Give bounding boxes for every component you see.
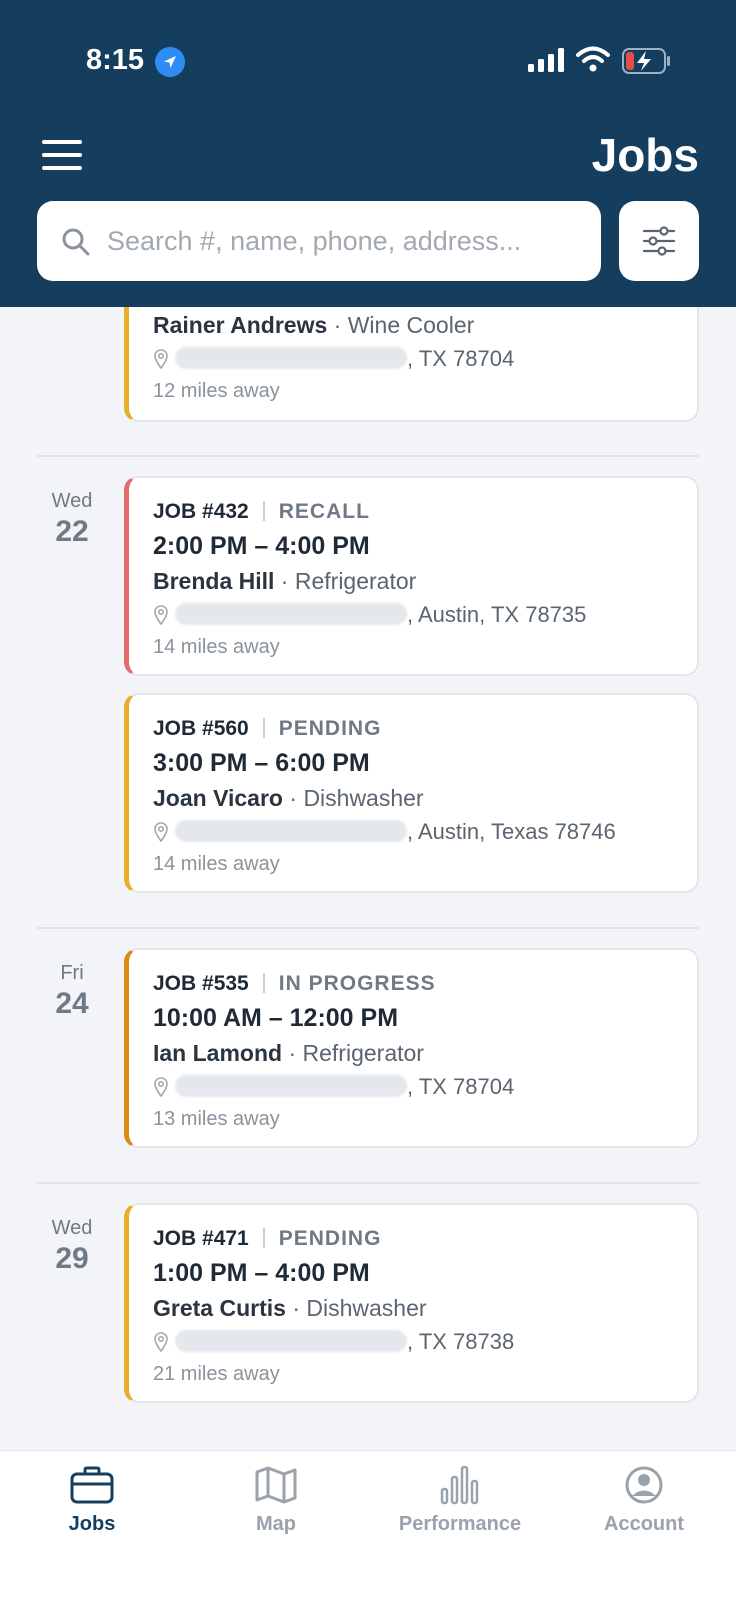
job-number: JOB #471	[153, 1227, 249, 1250]
location-arrow-icon	[155, 47, 185, 77]
tab-bar: Jobs Map Performance Account	[0, 1450, 736, 1600]
date-label: Fri 24	[55, 962, 89, 1020]
search-bar[interactable]	[37, 201, 601, 281]
redacted-street	[175, 347, 407, 369]
map-icon	[255, 1466, 297, 1504]
appliance-type: Dishwasher	[306, 1295, 427, 1321]
job-address: , Austin, Texas 78746	[153, 819, 616, 845]
map-pin-icon	[154, 1332, 168, 1352]
redacted-street	[175, 603, 407, 625]
job-distance: 13 miles away	[153, 1108, 280, 1130]
briefcase-icon	[70, 1466, 114, 1504]
battery-charging-icon	[622, 48, 670, 74]
redacted-street	[175, 820, 407, 842]
search-input[interactable]	[107, 201, 587, 281]
job-time: 1:00 PM – 4:00 PM	[153, 1259, 370, 1287]
customer-name: Greta Curtis	[153, 1295, 286, 1321]
user-circle-icon	[625, 1466, 663, 1504]
map-pin-icon	[154, 605, 168, 625]
job-card[interactable]: JOB #432 RECALL 2:00 PM – 4:00 PM Brenda …	[124, 476, 699, 676]
status-badge: PENDING	[278, 1227, 382, 1250]
tab-label: Jobs	[68, 1513, 116, 1535]
tab-account[interactable]: Account	[552, 1465, 736, 1536]
redacted-street	[175, 1330, 407, 1352]
job-address: , TX 78704	[153, 1074, 514, 1100]
filter-button[interactable]	[619, 201, 699, 281]
tab-label: Map	[256, 1513, 296, 1535]
tab-performance[interactable]: Performance	[368, 1465, 552, 1536]
job-card[interactable]: JOB #560 PENDING 3:00 PM – 6:00 PM Joan V…	[124, 693, 699, 893]
customer-name: Joan Vicaro	[153, 785, 283, 811]
appliance-type: Wine Cooler	[347, 312, 475, 338]
job-time: 2:00 PM – 4:00 PM	[153, 532, 370, 560]
job-number: JOB #560	[153, 717, 249, 740]
job-card[interactable]: JOB #471 PENDING 1:00 PM – 4:00 PM Greta …	[124, 1203, 699, 1403]
customer-name: Rainer Andrews	[153, 312, 328, 338]
job-distance: 12 miles away	[153, 380, 280, 402]
tab-jobs[interactable]: Jobs	[0, 1465, 184, 1536]
app-header: 8:15 Jobs	[0, 0, 736, 307]
map-pin-icon	[154, 822, 168, 842]
tab-map[interactable]: Map	[184, 1465, 368, 1536]
job-distance: 14 miles away	[153, 636, 280, 658]
tab-label: Account	[604, 1513, 684, 1535]
tab-label: Performance	[398, 1513, 522, 1535]
customer-name: Brenda Hill	[153, 568, 275, 594]
job-address: , Austin, TX 78735	[153, 602, 586, 628]
date-label: Wed 22	[51, 490, 93, 548]
cellular-signal-icon	[528, 48, 564, 72]
redacted-street	[175, 1075, 407, 1097]
job-address: , TX 78704	[153, 346, 514, 372]
job-distance: 21 miles away	[153, 1363, 280, 1385]
status-badge: IN PROGRESS	[278, 972, 436, 995]
status-time: 8:15	[86, 44, 145, 76]
date-divider	[37, 1182, 699, 1184]
status-badge: PENDING	[278, 717, 382, 740]
status-badge: RECALL	[278, 500, 370, 523]
job-distance: 14 miles away	[153, 853, 280, 875]
appliance-type: Refrigerator	[294, 568, 417, 594]
bar-chart-icon	[440, 1465, 479, 1505]
customer-name: Ian Lamond	[153, 1040, 283, 1066]
map-pin-icon	[154, 349, 168, 369]
sliders-icon	[642, 226, 676, 256]
appliance-type: Dishwasher	[303, 785, 424, 811]
date-label: Wed 29	[51, 1217, 93, 1275]
job-address: , TX 78738	[153, 1329, 514, 1355]
date-divider	[37, 455, 699, 457]
appliance-type: Refrigerator	[302, 1040, 424, 1066]
map-pin-icon	[154, 1077, 168, 1097]
job-time: 3:00 PM – 6:00 PM	[153, 749, 370, 777]
job-card[interactable]: JOB #535 IN PROGRESS 10:00 AM – 12:00 PM …	[124, 948, 699, 1148]
menu-button[interactable]	[42, 140, 82, 170]
search-icon	[62, 228, 90, 256]
job-number: JOB #535	[153, 972, 249, 995]
job-time: 10:00 AM – 12:00 PM	[153, 1004, 399, 1032]
date-divider	[37, 927, 699, 929]
job-number: JOB #432	[153, 500, 249, 523]
wifi-icon	[576, 46, 610, 72]
page-title: Jobs	[591, 129, 699, 181]
